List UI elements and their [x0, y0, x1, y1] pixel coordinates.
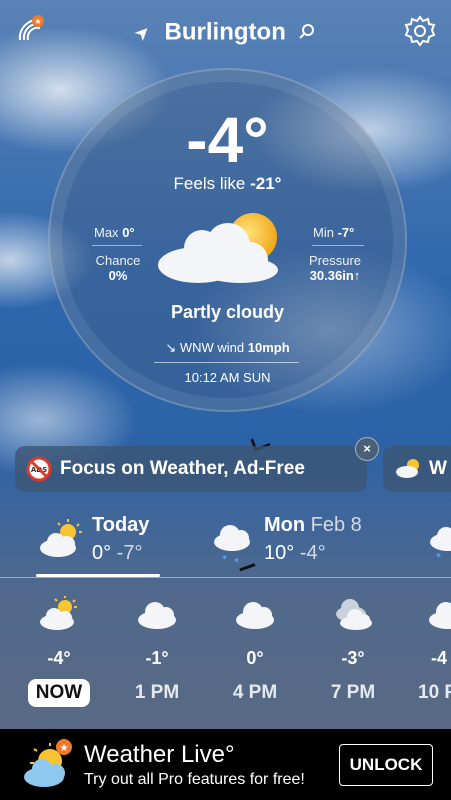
snow-cloud-icon: * — [430, 527, 451, 562]
min-stat: Min -7° — [313, 225, 354, 240]
banner-title: Weather Live° — [84, 741, 235, 768]
hour-item[interactable]: -1° 1 PM — [122, 596, 192, 707]
day-date: Feb 8 — [310, 514, 362, 536]
feels-like: Feels like -21° — [50, 174, 405, 194]
wind-direction-icon: ↘ — [165, 340, 177, 355]
search-icon[interactable] — [298, 23, 315, 39]
condition-text: Partly cloudy — [170, 302, 285, 322]
gear-icon[interactable] — [403, 14, 437, 48]
left-separator — [92, 245, 142, 246]
partly-cloudy-icon — [396, 459, 419, 478]
min-label: Min — [313, 225, 334, 240]
day-temps: 10° -4° — [264, 542, 326, 565]
forecast-divider — [0, 577, 451, 578]
pressure-value: 30.36in↑ — [309, 268, 361, 283]
dial-divider — [154, 362, 299, 363]
wind-speed: 10mph — [247, 340, 290, 355]
day-low: -7° — [116, 542, 143, 564]
day-card-today[interactable]: Today 0° -7° — [0, 510, 200, 576]
max-stat: Max 0° — [94, 225, 135, 240]
hour-temp: -3° — [341, 648, 365, 668]
chance-label: Chance — [95, 253, 141, 268]
hour-item[interactable]: 0° 4 PM — [220, 596, 290, 707]
svg-text:*: * — [436, 552, 441, 562]
hour-time: 4 PM — [232, 682, 278, 703]
day-card-mon[interactable]: * * Mon Feb 8 10° -4° — [205, 510, 405, 576]
banner-subtitle: Try out all Pro features for free! — [84, 771, 305, 788]
close-icon[interactable]: × — [355, 437, 379, 461]
location-header[interactable]: ➤ Burlington — [0, 18, 451, 47]
top-bar: ★ ➤ Burlington — [0, 0, 451, 62]
next-promo-card[interactable]: W — [383, 446, 451, 492]
location-arrow-icon: ➤ — [132, 22, 155, 44]
day-name-mon: Mon — [264, 514, 306, 536]
pro-upsell-banner[interactable]: ★ Weather Live° Try out all Pro features… — [0, 729, 451, 800]
hour-item[interactable]: -4° NOW — [24, 596, 94, 707]
wind-label: WNW wind — [179, 340, 245, 355]
svg-text:★: ★ — [60, 743, 69, 754]
clouds-icon — [336, 599, 372, 630]
ad-free-promo[interactable]: ADS Focus on Weather, Ad-Free — [15, 446, 367, 492]
daily-forecast: Today 0° -7° * * Mon Feb 8 10° -4° * — [0, 510, 451, 578]
hour-temp: 0° — [246, 648, 264, 668]
chance-stat: Chance 0% — [90, 253, 146, 283]
hour-time: 7 PM — [330, 682, 376, 703]
day-high: 10° — [264, 542, 295, 564]
promo-text: Focus on Weather, Ad-Free — [60, 458, 305, 479]
day-temps: 0° -7° — [92, 542, 142, 565]
cloud-icon — [429, 602, 451, 629]
feels-like-value: -21° — [250, 174, 282, 193]
feels-like-label: Feels like — [173, 174, 246, 193]
partly-cloudy-icon — [158, 213, 278, 283]
pressure-label: Pressure — [308, 253, 362, 268]
hour-time: 10 P — [418, 682, 451, 703]
current-temperature: -4° — [186, 104, 269, 176]
right-separator — [312, 245, 364, 246]
partly-cloudy-icon — [40, 596, 77, 630]
pressure-stat: Pressure 30.36in↑ — [300, 253, 370, 283]
svg-text:*: * — [222, 554, 227, 565]
no-ads-icon: ADS — [26, 456, 52, 482]
hour-temp: -4 — [431, 648, 448, 668]
day-name: Mon Feb 8 — [264, 514, 362, 537]
hourly-forecast: -4° NOW -1° 1 PM 0° 4 PM -3° 7 PM -4 10 … — [0, 596, 451, 712]
unlock-button[interactable]: UNLOCK — [339, 744, 433, 786]
next-promo-text: W — [429, 458, 447, 479]
weather-live-app-icon: ★ — [24, 739, 72, 787]
day-high: 0° — [92, 542, 112, 564]
min-value: -7° — [337, 225, 355, 240]
day-low: -4° — [299, 542, 326, 564]
cloud-icon — [138, 602, 176, 629]
hour-item[interactable]: -4 10 P — [416, 596, 451, 707]
current-weather-dial: -4° Feels like -21° Max 0° Chance 0% Min… — [48, 68, 407, 412]
hour-time-now: NOW — [27, 679, 91, 707]
cloud-icon — [236, 602, 274, 629]
hour-temp: -1° — [145, 648, 169, 668]
hour-item[interactable]: -3° 7 PM — [318, 596, 388, 707]
max-label: Max — [94, 225, 119, 240]
max-value: 0° — [122, 225, 135, 240]
city-name[interactable]: Burlington — [165, 19, 286, 46]
hour-temp: -4° — [47, 648, 71, 668]
day-name: Today — [92, 514, 150, 536]
current-time: 10:12 AM SUN — [184, 370, 271, 385]
chance-value: 0% — [108, 268, 128, 283]
wind-info: ↘ WNW wind 10mph — [50, 340, 405, 356]
hour-time: 1 PM — [134, 682, 180, 703]
partly-cloudy-icon — [40, 519, 82, 557]
